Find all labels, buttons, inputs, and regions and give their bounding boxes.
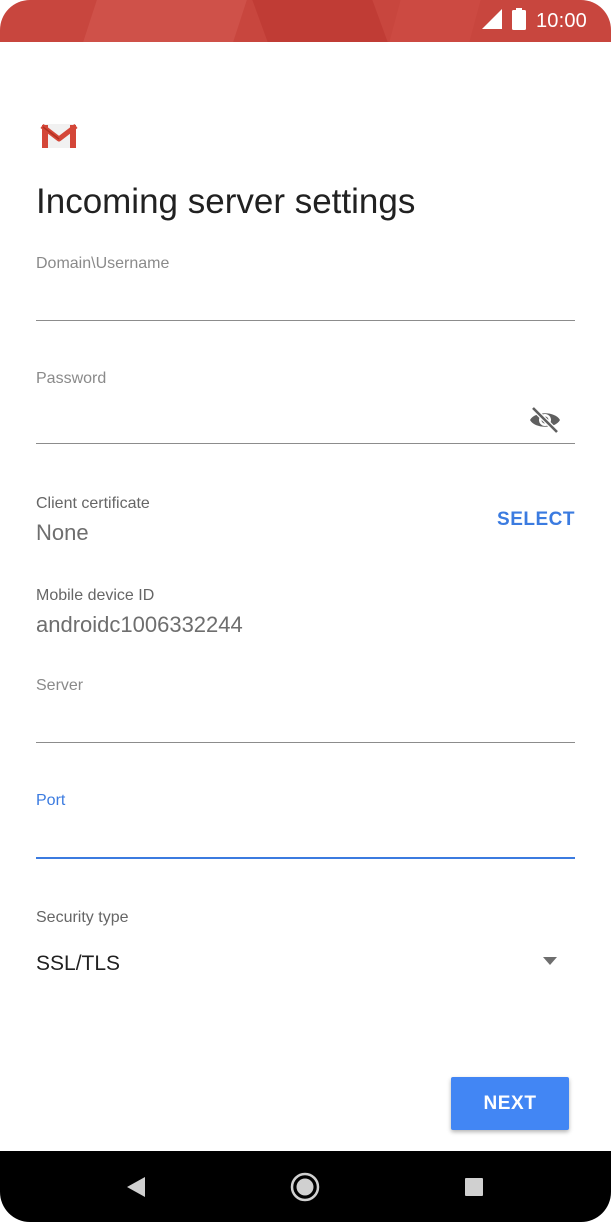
password-label: Password [36, 370, 107, 387]
security-type-label: Security type [36, 909, 129, 926]
status-bar-decoration [389, 0, 481, 42]
visibility-off-icon[interactable] [527, 404, 563, 436]
recents-square-icon[interactable] [444, 1151, 504, 1222]
page-title: Incoming server settings [36, 182, 416, 221]
battery-icon [511, 7, 526, 35]
domain-username-label: Domain\Username [36, 255, 170, 272]
select-certificate-button[interactable]: SELECT [497, 509, 575, 531]
dropdown-arrow-icon [543, 952, 557, 970]
status-time: 10:00 [535, 9, 587, 32]
mobile-device-id-label: Mobile device ID [36, 587, 155, 604]
signal-icon [481, 8, 502, 34]
next-button[interactable]: NEXT [451, 1077, 569, 1130]
server-label: Server [36, 677, 84, 694]
client-certificate-value: None [36, 520, 89, 545]
port-label: Port [36, 792, 66, 809]
status-bar-decoration [83, 0, 247, 42]
home-circle-icon[interactable] [275, 1151, 335, 1222]
gmail-logo-icon [40, 122, 78, 150]
navigation-bar [0, 1151, 611, 1222]
phone-screen: 10:00 Incoming server settings Domain\Us… [0, 0, 611, 1222]
server-input[interactable] [36, 706, 575, 743]
security-type-selected: SSL/TLS [36, 952, 121, 975]
password-input[interactable] [36, 407, 575, 444]
mobile-device-id-value: androidc1006332244 [36, 612, 243, 637]
status-bar: 10:00 [0, 0, 611, 42]
security-type-dropdown[interactable]: SSL/TLS [36, 944, 575, 988]
port-input[interactable] [36, 821, 575, 859]
domain-username-input[interactable] [36, 284, 575, 321]
client-certificate-label: Client certificate [36, 495, 150, 512]
status-icons: 10:00 [481, 0, 587, 42]
status-bar-decoration [252, 0, 388, 42]
back-triangle-icon[interactable] [106, 1151, 166, 1222]
